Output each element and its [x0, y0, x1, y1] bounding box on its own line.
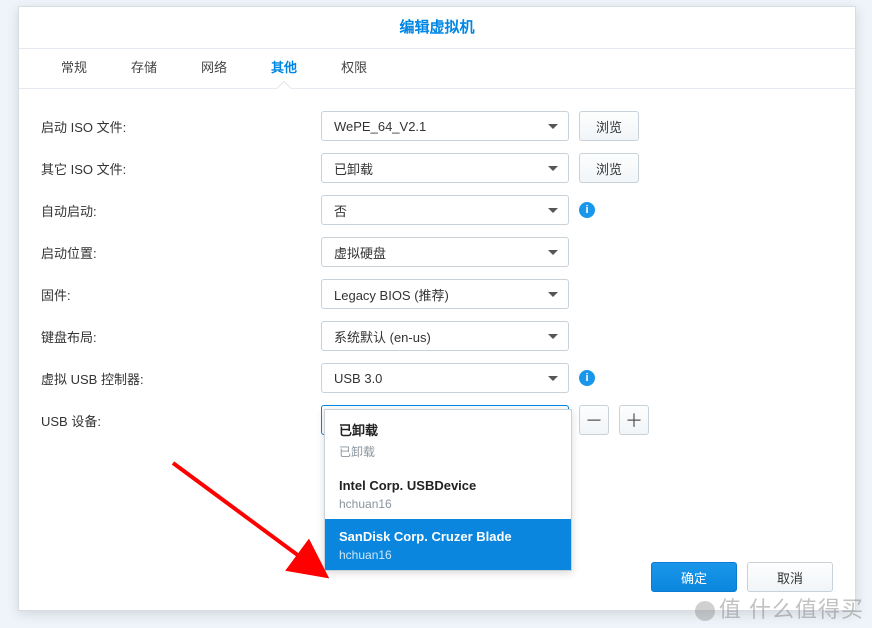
label-usb-device: USB 设备: [41, 411, 321, 430]
select-other-iso-value: 已卸载 [334, 159, 373, 178]
tab-storage[interactable]: 存储 [109, 48, 179, 88]
chevron-down-icon [548, 292, 558, 297]
info-icon[interactable]: i [579, 202, 595, 218]
label-boot-from: 启动位置: [41, 243, 321, 262]
dropdown-option-title: 已卸载 [339, 420, 557, 439]
row-firmware: 固件: Legacy BIOS (推荐) [41, 279, 833, 309]
info-icon[interactable]: i [579, 370, 595, 386]
label-keyboard: 键盘布局: [41, 327, 321, 346]
select-boot-iso-value: WePE_64_V2.1 [334, 119, 426, 134]
chevron-down-icon [548, 166, 558, 171]
select-firmware[interactable]: Legacy BIOS (推荐) [321, 279, 569, 309]
label-boot-iso: 启动 ISO 文件: [41, 117, 321, 136]
row-usb-controller: 虚拟 USB 控制器: USB 3.0 i [41, 363, 833, 393]
dropdown-option-unloaded[interactable]: 已卸载 已卸载 [325, 410, 571, 468]
select-boot-from-value: 虚拟硬盘 [334, 243, 386, 262]
row-autostart: 自动启动: 否 i [41, 195, 833, 225]
dropdown-option-title: Intel Corp. USBDevice [339, 478, 557, 493]
dropdown-option-sub: 已卸载 [339, 443, 557, 460]
row-boot-iso: 启动 ISO 文件: WePE_64_V2.1 浏览 [41, 111, 833, 141]
select-autostart[interactable]: 否 [321, 195, 569, 225]
tab-others[interactable]: 其他 [249, 48, 319, 88]
select-keyboard-value: 系统默认 (en-us) [334, 327, 431, 346]
dropdown-option-title: SanDisk Corp. Cruzer Blade [339, 529, 557, 544]
select-autostart-value: 否 [334, 201, 347, 220]
select-boot-iso[interactable]: WePE_64_V2.1 [321, 111, 569, 141]
select-other-iso[interactable]: 已卸载 [321, 153, 569, 183]
usb-device-dropdown: 已卸载 已卸载 Intel Corp. USBDevice hchuan16 S… [324, 409, 572, 571]
chevron-down-icon [548, 124, 558, 129]
select-boot-from[interactable]: 虚拟硬盘 [321, 237, 569, 267]
row-keyboard: 键盘布局: 系统默认 (en-us) [41, 321, 833, 351]
watermark-text: 值 什么值得买 [719, 597, 864, 622]
dropdown-option-sub: hchuan16 [339, 548, 557, 562]
ok-button[interactable]: 确定 [651, 562, 737, 592]
chevron-down-icon [548, 334, 558, 339]
remove-usb-button[interactable]: － [579, 405, 609, 435]
label-autostart: 自动启动: [41, 201, 321, 220]
tab-network[interactable]: 网络 [179, 48, 249, 88]
select-usb-controller-value: USB 3.0 [334, 371, 382, 386]
tab-bar: 常规 存储 网络 其他 权限 [19, 49, 855, 89]
dropdown-option-intel[interactable]: Intel Corp. USBDevice hchuan16 [325, 468, 571, 519]
row-boot-from: 启动位置: 虚拟硬盘 [41, 237, 833, 267]
cancel-button[interactable]: 取消 [747, 562, 833, 592]
chevron-down-icon [548, 250, 558, 255]
watermark: 值 什么值得买 [695, 592, 864, 624]
form-area: 启动 ISO 文件: WePE_64_V2.1 浏览 其它 ISO 文件: 已卸… [19, 89, 855, 435]
add-usb-button[interactable]: ＋ [619, 405, 649, 435]
select-firmware-value: Legacy BIOS (推荐) [334, 285, 449, 304]
watermark-icon [695, 601, 715, 621]
chevron-down-icon [548, 376, 558, 381]
dropdown-option-sandisk[interactable]: SanDisk Corp. Cruzer Blade hchuan16 [325, 519, 571, 570]
dropdown-option-sub: hchuan16 [339, 497, 557, 511]
label-other-iso: 其它 ISO 文件: [41, 159, 321, 178]
browse-other-iso-button[interactable]: 浏览 [579, 153, 639, 183]
select-usb-controller[interactable]: USB 3.0 [321, 363, 569, 393]
row-other-iso: 其它 ISO 文件: 已卸载 浏览 [41, 153, 833, 183]
label-usb-controller: 虚拟 USB 控制器: [41, 369, 321, 388]
dialog-title: 编辑虚拟机 [19, 7, 855, 49]
chevron-down-icon [548, 208, 558, 213]
label-firmware: 固件: [41, 285, 321, 304]
tab-general[interactable]: 常规 [39, 48, 109, 88]
select-keyboard[interactable]: 系统默认 (en-us) [321, 321, 569, 351]
browse-boot-iso-button[interactable]: 浏览 [579, 111, 639, 141]
tab-permission[interactable]: 权限 [319, 48, 389, 88]
dialog-footer: 确定 取消 [641, 562, 833, 592]
